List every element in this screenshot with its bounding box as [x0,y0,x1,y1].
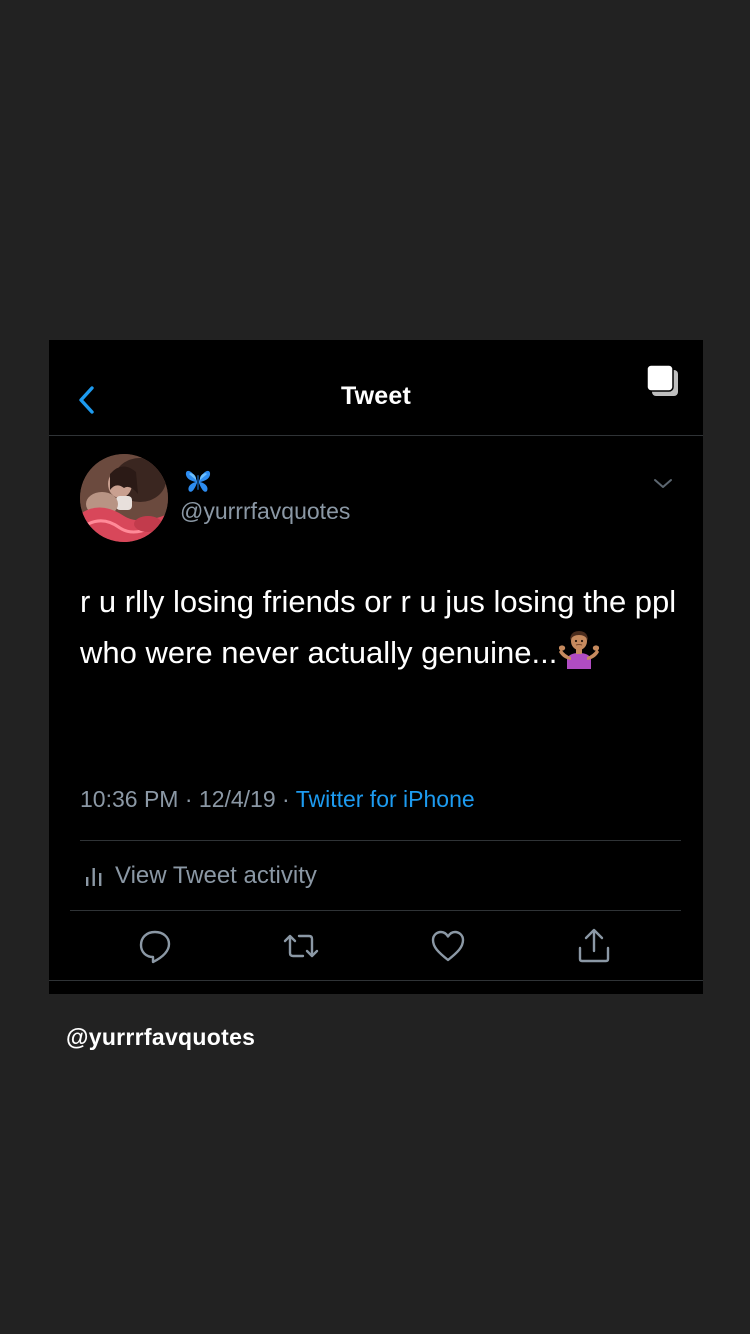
chevron-down-icon [654,479,672,488]
tweet-screenshot-card: Tweet @yurrrfavquotes r u rlly losing fr… [49,340,703,994]
meta-separator: · [178,786,199,812]
butterfly-emoji [185,470,211,492]
like-button[interactable] [428,926,468,966]
tweet-timestamp: 10:36 PM · 12/4/19 · Twitter for iPhone [80,786,475,813]
tweet-time: 10:36 PM [80,786,179,812]
meta-separator: · [275,786,296,812]
divider [70,910,681,911]
retweet-button[interactable] [281,926,321,966]
tweet-source-link[interactable]: Twitter for iPhone [296,786,475,812]
tweet-date: 12/4/19 [198,786,276,812]
divider [49,980,703,981]
divider [80,840,681,841]
layers-button[interactable] [643,360,683,400]
navigation-header: Tweet [49,340,703,436]
story-caption-handle: @yurrrfavquotes [66,1024,256,1050]
retweet-icon [283,934,319,958]
avatar[interactable] [80,454,168,542]
heart-icon [431,930,465,962]
share-icon [578,928,610,963]
tweet-options-button[interactable] [649,472,677,494]
reply-button[interactable] [135,926,175,966]
view-tweet-activity-button[interactable]: View Tweet activity [85,858,317,894]
person-shrugging-emoji [559,631,600,669]
story-background: Tweet @yurrrfavquotes r u rlly losing fr… [0,0,750,1334]
reply-icon [139,930,171,964]
avatar-photo [80,454,168,542]
bar-chart-icon [86,868,102,886]
layers-icon [646,364,678,396]
share-button[interactable] [574,926,614,966]
page-title: Tweet [341,382,411,410]
view-tweet-activity-label: View Tweet activity [115,862,317,889]
author-handle[interactable]: @yurrrfavquotes [180,498,350,525]
tweet-body: r u rlly losing friends or r u jus losin… [80,576,680,678]
